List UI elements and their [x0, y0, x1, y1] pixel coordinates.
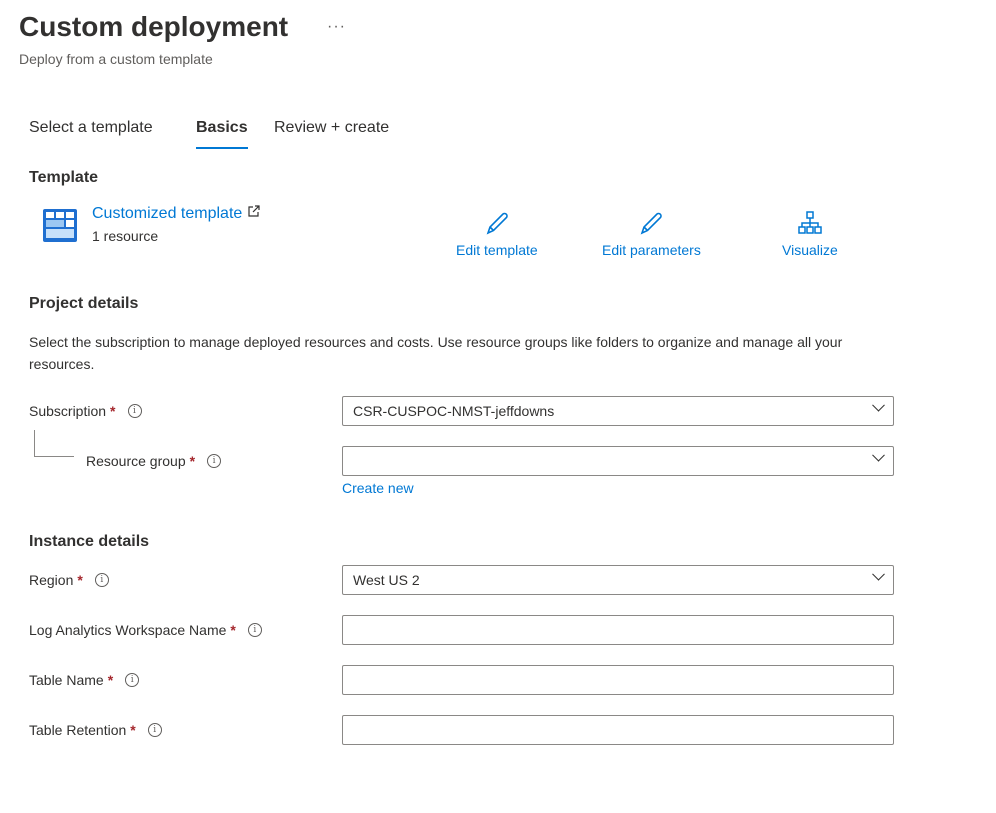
info-icon[interactable]: i — [128, 404, 142, 418]
info-icon[interactable]: i — [125, 673, 139, 687]
region-label: Region*i — [29, 572, 109, 588]
info-icon[interactable]: i — [95, 573, 109, 587]
tab-select-template[interactable]: Select a template — [29, 119, 153, 137]
template-heading: Template — [29, 169, 98, 187]
info-icon[interactable]: i — [148, 723, 162, 737]
chevron-down-icon — [872, 449, 885, 462]
create-new-link[interactable]: Create new — [342, 480, 414, 496]
table-retention-input[interactable] — [342, 715, 894, 745]
visualize-button[interactable]: Visualize — [782, 210, 838, 258]
edit-parameters-label: Edit parameters — [602, 242, 701, 258]
chevron-down-icon — [872, 568, 885, 581]
edit-template-button[interactable]: Edit template — [456, 210, 538, 258]
hierarchy-icon — [797, 210, 823, 236]
instance-details-heading: Instance details — [29, 533, 149, 551]
pencil-icon — [638, 210, 664, 236]
page-subtitle: Deploy from a custom template — [19, 51, 213, 67]
table-name-label: Table Name*i — [29, 672, 139, 688]
more-options-icon[interactable]: ··· — [327, 18, 346, 36]
info-icon[interactable]: i — [207, 454, 221, 468]
template-icon — [43, 209, 77, 242]
pencil-icon — [484, 210, 510, 236]
customized-template-link[interactable]: Customized template — [92, 204, 261, 223]
resource-count: 1 resource — [92, 228, 158, 244]
table-name-input[interactable] — [342, 665, 894, 695]
project-details-heading: Project details — [29, 295, 138, 313]
visualize-label: Visualize — [782, 242, 838, 258]
workspace-name-label: Log Analytics Workspace Name*i — [29, 622, 262, 638]
edit-parameters-button[interactable]: Edit parameters — [602, 210, 701, 258]
chevron-down-icon — [872, 399, 885, 412]
external-link-icon — [247, 204, 261, 218]
tab-review-create[interactable]: Review + create — [274, 119, 389, 137]
tree-connector — [34, 430, 74, 457]
template-name: Customized template — [92, 205, 242, 222]
edit-template-label: Edit template — [456, 242, 538, 258]
table-retention-label: Table Retention*i — [29, 722, 162, 738]
subscription-label: Subscription*i — [29, 403, 142, 419]
resource-group-dropdown[interactable] — [342, 446, 894, 476]
workspace-name-input[interactable] — [342, 615, 894, 645]
subscription-dropdown[interactable]: CSR-CUSPOC-NMST-jeffdowns — [342, 396, 894, 426]
project-description: Select the subscription to manage deploy… — [29, 331, 869, 375]
tab-basics[interactable]: Basics — [196, 119, 248, 137]
info-icon[interactable]: i — [248, 623, 262, 637]
page-title: Custom deployment — [19, 11, 288, 43]
resource-group-label: Resource group*i — [86, 453, 221, 469]
region-dropdown[interactable]: West US 2 — [342, 565, 894, 595]
